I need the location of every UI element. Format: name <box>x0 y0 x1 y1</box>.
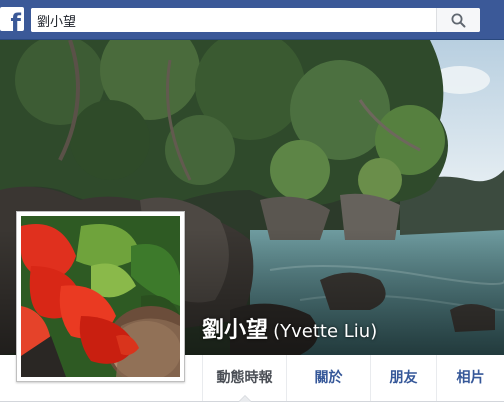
tab-photos-label: 相片 <box>456 370 485 386</box>
profile-picture[interactable] <box>16 211 185 382</box>
tab-about-label: 關於 <box>314 370 343 386</box>
tab-timeline-label: 動態時報 <box>216 370 273 386</box>
facebook-logo-icon[interactable]: f <box>0 7 24 35</box>
tab-photos[interactable]: 相片 <box>436 355 504 401</box>
active-tab-caret-icon <box>237 395 252 402</box>
profile-name-alternate: (Yvette Liu) <box>273 321 378 342</box>
search-icon <box>451 13 466 28</box>
tab-friends[interactable]: 朋友 <box>370 355 436 401</box>
tab-timeline[interactable]: 動態時報 <box>202 355 286 402</box>
profile-name[interactable]: 劉小望 (Yvette Liu) <box>202 312 377 344</box>
profile-photo-image <box>21 216 180 377</box>
tab-friends-label: 朋友 <box>389 370 418 386</box>
tab-about[interactable]: 關於 <box>286 355 370 401</box>
search-box <box>31 8 480 32</box>
profile-name-primary: 劉小望 <box>202 318 269 343</box>
top-bar: f <box>0 0 504 40</box>
search-input[interactable] <box>31 8 435 32</box>
search-button[interactable] <box>436 8 480 32</box>
